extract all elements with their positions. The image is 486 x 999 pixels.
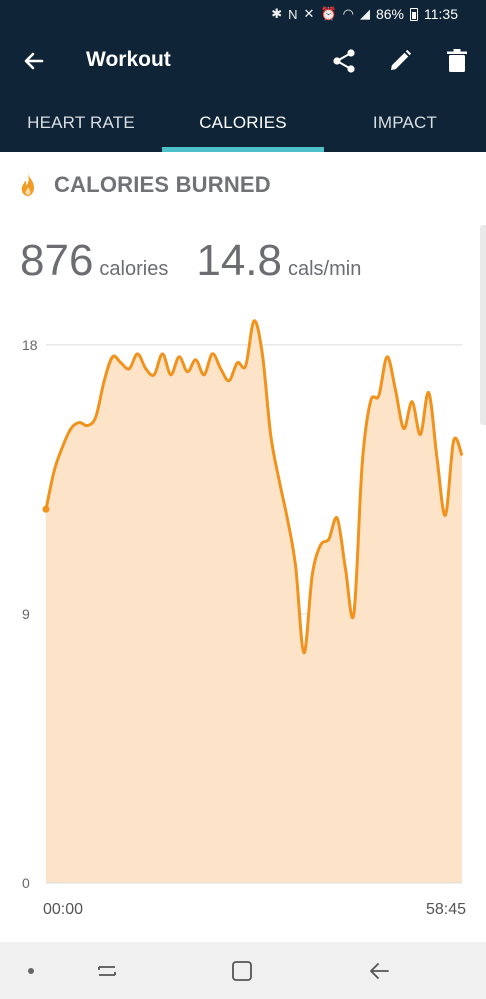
- tab-bar: HEART RATE CALORIES IMPACT: [0, 94, 486, 152]
- total-calories-value: 876: [20, 236, 94, 285]
- tab-impact[interactable]: IMPACT: [324, 94, 486, 152]
- share-icon[interactable]: [330, 47, 358, 75]
- calorie-rate-unit: cals/min: [287, 258, 362, 280]
- mute-icon: ✕: [303, 6, 315, 21]
- calories-chart: 0 9 18 00:00 58:45: [22, 319, 466, 918]
- tab-calories[interactable]: CALORIES: [162, 94, 324, 152]
- back-arrow-icon[interactable]: [20, 47, 48, 75]
- delete-icon[interactable]: [443, 47, 471, 75]
- wifi-icon: ◠: [342, 6, 354, 21]
- edit-icon[interactable]: [386, 47, 414, 75]
- home-icon[interactable]: [229, 958, 255, 984]
- battery-percent: 86%: [375, 6, 404, 22]
- stats-row: 876 calories 14.8 cals/min: [20, 236, 361, 286]
- recent-apps-icon[interactable]: [94, 958, 120, 984]
- status-bar: ✱ Ν ✕ ⏰ ◠ ◢ 86% 11:35: [0, 0, 486, 28]
- nfc-icon: Ν: [288, 6, 298, 22]
- back-icon[interactable]: [366, 958, 392, 984]
- signal-icon: ◢: [359, 6, 370, 21]
- y-tick-label: 9: [22, 606, 30, 622]
- app-bar: Workout: [0, 28, 486, 94]
- dot-icon: [28, 968, 34, 974]
- section-header: CALORIES BURNED: [18, 172, 271, 198]
- flame-icon: [21, 173, 34, 196]
- x-start-label: 00:00: [43, 901, 83, 918]
- y-tick-label: 18: [22, 337, 38, 353]
- clock: 11:35: [424, 6, 458, 22]
- alarm-icon: ⏰: [320, 6, 337, 21]
- system-nav-bar: [0, 942, 486, 999]
- total-calories-unit: calories: [99, 258, 169, 280]
- data-point: [42, 505, 50, 513]
- section-title: CALORIES BURNED: [54, 172, 271, 197]
- x-end-label: 58:45: [426, 901, 466, 918]
- tab-heart-rate[interactable]: HEART RATE: [0, 94, 162, 152]
- calorie-rate-value: 14.8: [196, 236, 282, 285]
- battery-icon: [410, 7, 418, 21]
- y-tick-label: 0: [22, 875, 30, 891]
- page-title: Workout: [86, 48, 171, 71]
- bluetooth-icon: ✱: [271, 6, 283, 21]
